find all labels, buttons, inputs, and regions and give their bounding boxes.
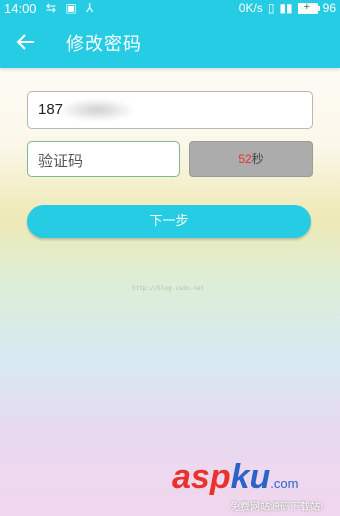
countdown-unit: 秒 (251, 152, 264, 166)
arrow-left-icon (16, 34, 34, 50)
notification-icons: ⇆ ▣ ⅄ (46, 1, 97, 15)
phone-value: 187 (38, 101, 64, 118)
logo-subtitle: 免费网站源码下载站! (230, 502, 325, 513)
vibrate-icon: ▯ (267, 1, 275, 15)
phone-redaction (62, 100, 132, 120)
phone-input[interactable]: 187 (27, 91, 313, 129)
resend-countdown-button[interactable]: 52秒 (189, 141, 313, 177)
back-button[interactable] (14, 30, 38, 54)
status-time: 14:00 (4, 1, 37, 16)
verification-code-input[interactable]: 验证码 (27, 141, 180, 177)
battery-icon: + (297, 1, 320, 14)
status-right: 0K/s ▯ ▮▮ + 96 (238, 1, 336, 16)
network-speed: 0K/s (238, 1, 263, 15)
logo-asp: asp (172, 458, 231, 496)
status-bar: 14:00 ⇆ ▣ ⅄ 0K/s ▯ ▮▮ + 96 (0, 0, 340, 18)
countdown-seconds: 52 (238, 152, 252, 166)
site-logo: aspku.com (172, 458, 298, 497)
page-title: 修改密码 (66, 34, 142, 55)
logo-ku: ku (230, 458, 271, 496)
logo-com: .com (270, 476, 299, 491)
app-bar: 修改密码 (0, 18, 340, 68)
battery-percent: 96 (322, 1, 336, 15)
code-placeholder: 验证码 (38, 152, 84, 170)
watermark-url: http://blog.csdn.net (132, 285, 205, 292)
next-step-button[interactable]: 下一步 (27, 205, 311, 238)
signal-icon: ▮▮ (279, 1, 293, 15)
